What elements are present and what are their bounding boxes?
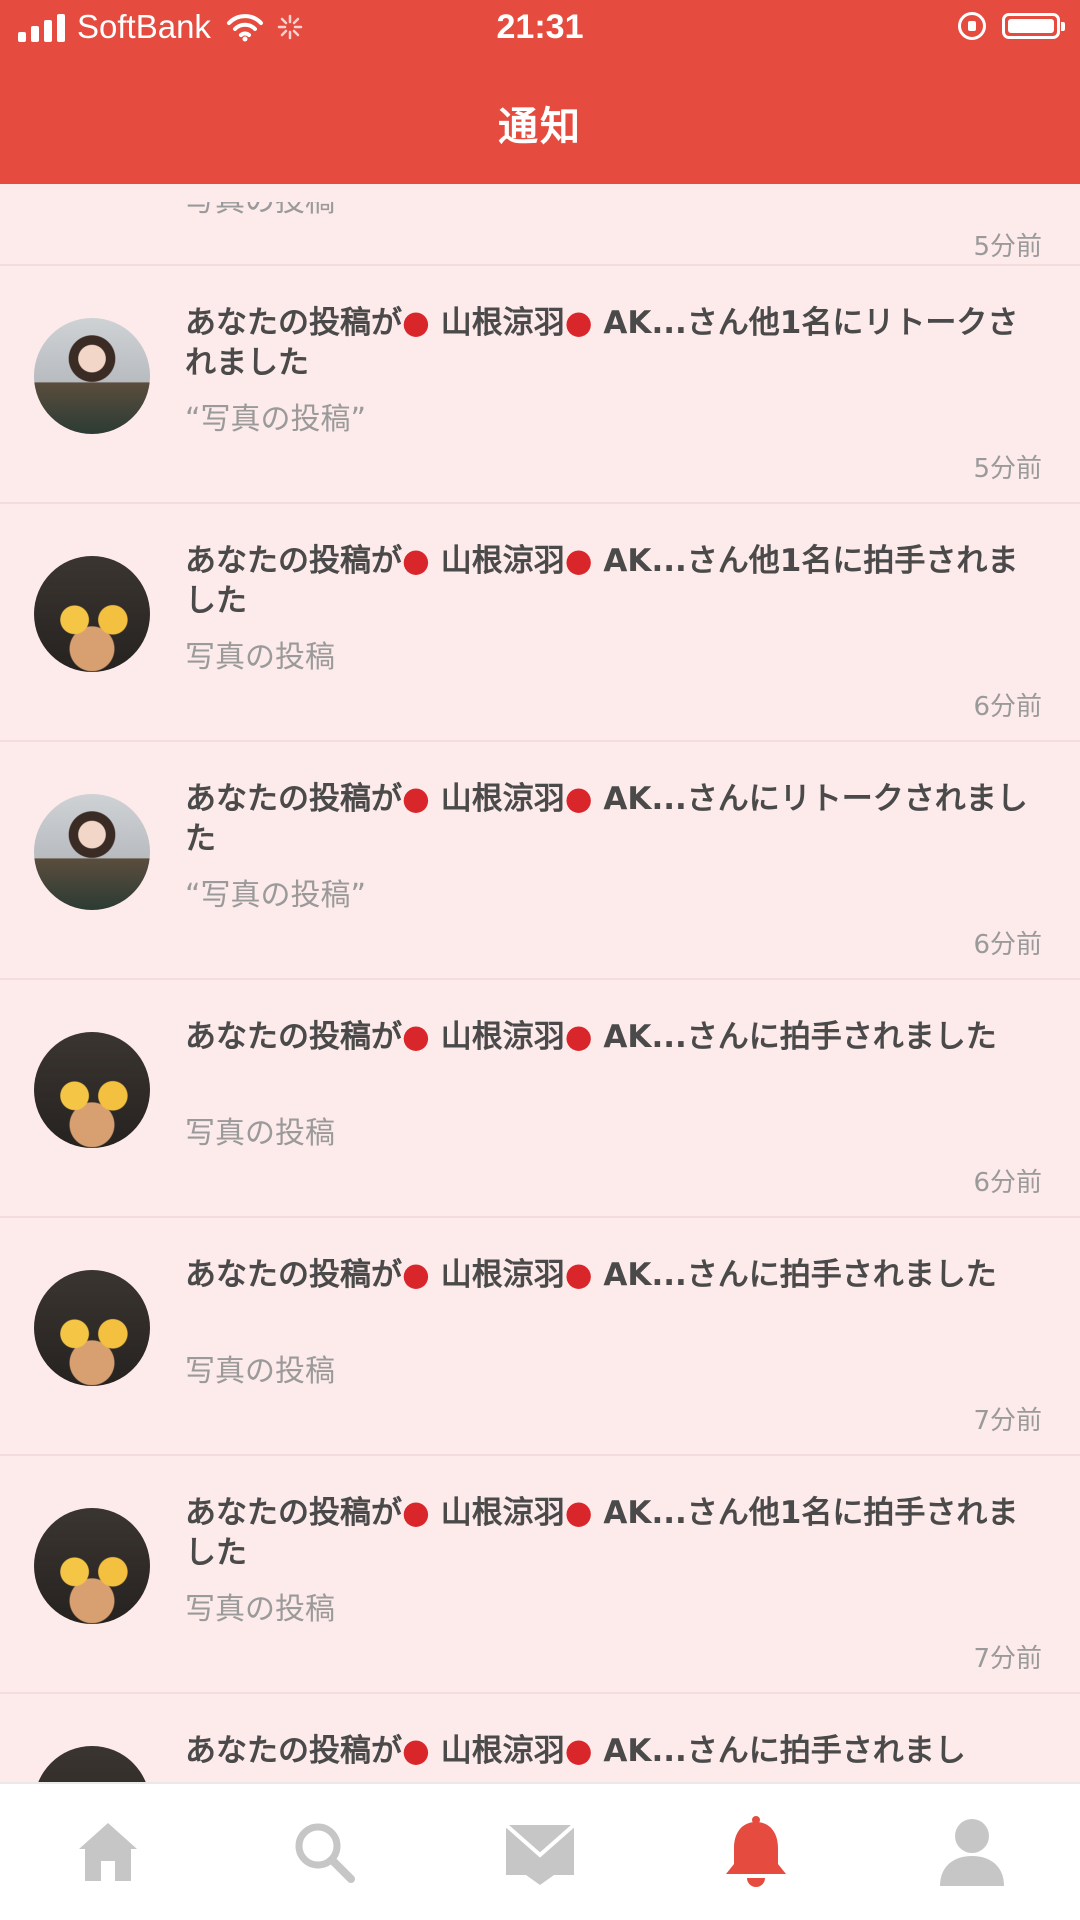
notification-time: 5分前 [973,454,1042,484]
strawberry-icon: ● [564,1731,593,1769]
tab-profile[interactable] [897,1802,1047,1902]
notification-time: 7分前 [973,1406,1042,1436]
page-title: 通知 [498,104,582,150]
strawberry-icon: ● [402,1493,430,1531]
user-name: 山根涼羽 [440,781,565,817]
notification-subtitle: 写真の投稿 [185,1354,335,1389]
notification-list-content: 写真の投稿 5分前 あなたの投稿が● 山根涼羽● AK...さん他1名にリトーク… [0,184,1080,1782]
notification-title: あなたの投稿が● 山根涼羽● AK...さん他1名に拍手されました [185,1492,1045,1573]
user-name: 山根涼羽 [440,1495,565,1531]
strawberry-icon: ● [402,1731,430,1769]
strawberry-icon: ● [564,1255,593,1293]
avatar[interactable] [34,1508,150,1624]
strawberry-icon: ● [564,303,593,341]
strawberry-icon: ● [402,1017,430,1055]
notification-list[interactable]: 写真の投稿 5分前 あなたの投稿が● 山根涼羽● AK...さん他1名にリトーク… [0,184,1080,1782]
title-prefix: あなたの投稿が [185,1495,402,1531]
notification-time: 6分前 [973,692,1042,722]
avatar[interactable] [34,1270,150,1386]
strawberry-icon: ● [564,541,593,579]
notification-item[interactable]: あなたの投稿が● 山根涼羽● AK...さんにリトークされました “写真の投稿” 6… [0,742,1080,980]
status-bar: SoftBank 21:31 [0,0,1080,62]
notification-time: 5分前 [973,232,1042,262]
notification-subtitle: 写真の投稿 [185,1116,335,1151]
avatar[interactable] [34,794,150,910]
status-right [958,12,1065,40]
title-prefix: あなたの投稿が [185,781,402,817]
title-prefix: あなたの投稿が [185,1257,402,1293]
strawberry-icon: ● [402,1255,430,1293]
notification-items: あなたの投稿が● 山根涼羽● AK...さん他1名にリトークされました “写真の投… [0,266,1080,1782]
notification-subtitle: 写真の投稿 [185,1592,335,1627]
title-prefix: あなたの投稿が [185,305,402,341]
notification-time: 6分前 [973,930,1042,960]
notification-item[interactable]: あなたの投稿が● 山根涼羽● AK...さん他1名に拍手されました写真の投稿 6分… [0,504,1080,742]
nav-header: 通知 [0,62,1080,184]
mail-icon [504,1823,576,1885]
strawberry-icon: ● [564,779,593,817]
strawberry-icon: ● [564,1493,593,1531]
home-icon [79,1823,137,1881]
title-prefix: あなたの投稿が [185,1019,402,1055]
tab-bar [0,1782,1080,1920]
tab-search[interactable] [249,1802,399,1902]
notification-item[interactable]: あなたの投稿が● 山根涼羽● AK...さんに拍手されました 写真の投稿 7分前 [0,1218,1080,1456]
avatar[interactable] [34,1032,150,1148]
strawberry-icon: ● [402,303,430,341]
tab-notifications[interactable] [681,1802,831,1902]
notification-item[interactable]: あなたの投稿が● 山根涼羽● AK...さん他1名にリトークされました “写真の投… [0,266,1080,504]
bell-icon [726,1816,786,1887]
search-icon [295,1823,355,1883]
avatar[interactable] [34,1746,150,1782]
notification-item[interactable]: あなたの投稿が● 山根涼羽● AK...さん他1名に拍手されました写真の投稿 7分… [0,1456,1080,1694]
notification-time: 6分前 [973,1168,1042,1198]
notification-subtitle: “写真の投稿” [185,878,367,913]
user-name: 山根涼羽 [440,1019,565,1055]
strawberry-icon: ● [402,779,430,817]
notification-title: あなたの投稿が● 山根涼羽● AK...さん他1名に拍手されました [185,540,1045,621]
notification-time: 7分前 [973,1644,1042,1674]
notification-subtitle: 写真の投稿 [185,184,335,219]
notification-item[interactable]: あなたの投稿が● 山根涼羽● AK...さんに拍手されまし [0,1694,1080,1782]
title-prefix: あなたの投稿が [185,543,402,579]
tab-home[interactable] [33,1802,183,1902]
title-suffix: AK...さんに拍手されました [592,1257,997,1293]
title-suffix: AK...さんに拍手されまし [592,1733,966,1769]
avatar[interactable] [34,556,150,672]
title-suffix: AK...さんに拍手されました [592,1019,997,1055]
profile-icon [940,1819,1004,1886]
user-name: 山根涼羽 [440,305,565,341]
user-name: 山根涼羽 [440,1257,565,1293]
title-prefix: あなたの投稿が [185,1733,402,1769]
notification-subtitle: 写真の投稿 [185,640,335,675]
battery-icon [1002,13,1065,39]
notification-title: あなたの投稿が● 山根涼羽● AK...さんに拍手されました [185,1016,1045,1057]
notification-item-partial[interactable]: 写真の投稿 5分前 [0,184,1080,266]
notification-title: あなたの投稿が● 山根涼羽● AK...さんにリトークされました [185,778,1045,859]
avatar[interactable] [34,318,150,434]
user-name: 山根涼羽 [440,1733,565,1769]
notification-title: あなたの投稿が● 山根涼羽● AK...さんに拍手されました [185,1254,1045,1295]
tab-messages[interactable] [465,1802,615,1902]
notification-subtitle: “写真の投稿” [185,402,367,437]
user-name: 山根涼羽 [440,543,565,579]
rotation-lock-icon [958,12,986,40]
notification-title: あなたの投稿が● 山根涼羽● AK...さん他1名にリトークされました [185,302,1045,383]
strawberry-icon: ● [564,1017,593,1055]
notification-title: あなたの投稿が● 山根涼羽● AK...さんに拍手されまし [185,1730,1045,1771]
strawberry-icon: ● [402,541,430,579]
notification-item[interactable]: あなたの投稿が● 山根涼羽● AK...さんに拍手されました 写真の投稿 6分前 [0,980,1080,1218]
status-time: 21:31 [496,8,584,46]
